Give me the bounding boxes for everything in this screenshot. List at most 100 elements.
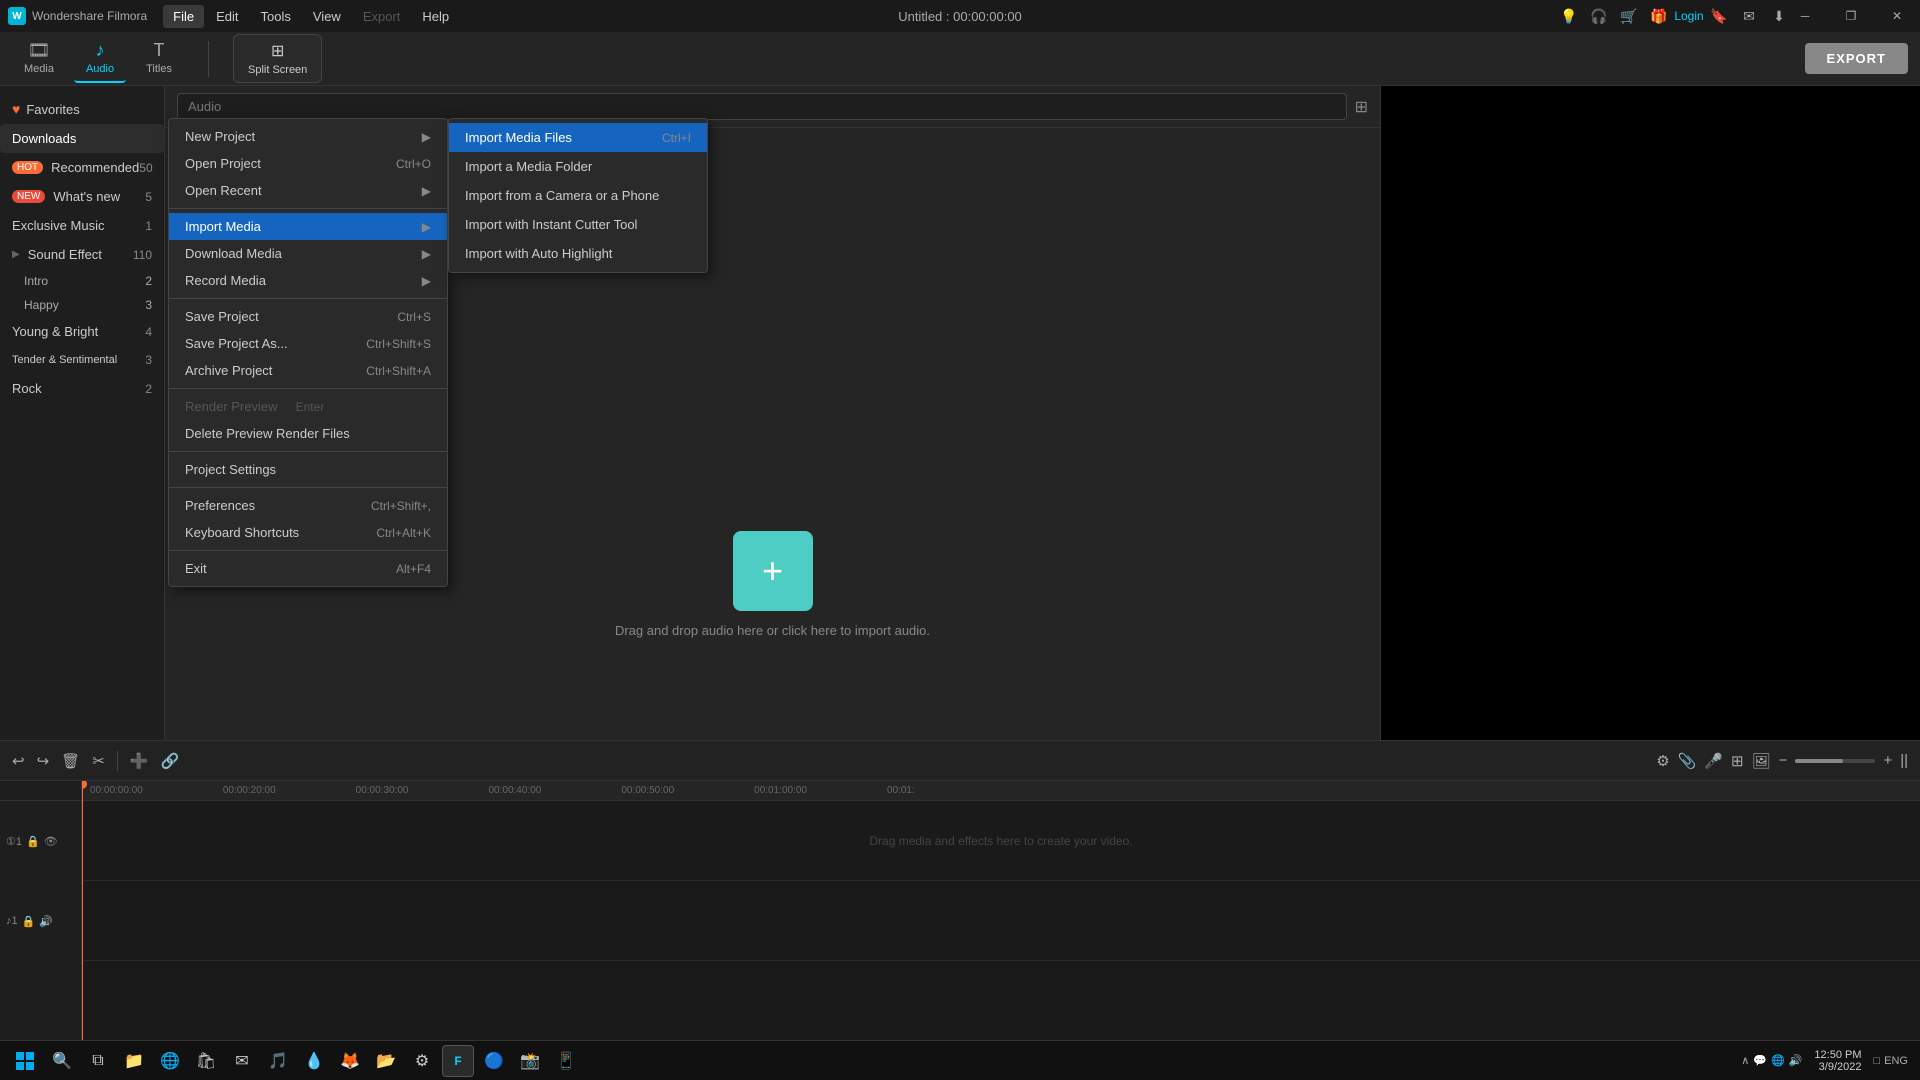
menu-record-media[interactable]: Record Media ▶ (169, 267, 447, 294)
effect-icon[interactable]: 🖼 (1752, 752, 1771, 770)
minimize-button[interactable]: ─ (1782, 0, 1828, 32)
zoom-settings-icon[interactable]: ⚙ (1656, 752, 1669, 770)
sidebar-item-tender-sentimental[interactable]: Tender & Sentimental 3 (0, 346, 164, 374)
taskview-icon[interactable]: ⧉ (82, 1045, 114, 1077)
menu-view[interactable]: View (303, 5, 351, 28)
bookmark-icon[interactable]: 🔖 (1708, 5, 1730, 27)
chrome-icon[interactable]: 🔵 (478, 1045, 510, 1077)
split-screen-button[interactable]: ⊞ Split Screen (233, 34, 322, 83)
menu-save-project-as[interactable]: Save Project As... Ctrl+Shift+S (169, 330, 447, 357)
menu-keyboard-shortcuts[interactable]: Keyboard Shortcuts Ctrl+Alt+K (169, 519, 447, 546)
redo-button[interactable]: ↪ (37, 752, 50, 770)
gift-icon[interactable]: 🎁 (1648, 5, 1670, 27)
grid-view-icon[interactable]: ⊞ (1355, 97, 1368, 117)
menu-preferences[interactable]: Preferences Ctrl+Shift+, (169, 492, 447, 519)
submenu-import-folder[interactable]: Import a Media Folder (449, 152, 707, 181)
login-btn[interactable]: Login (1678, 5, 1700, 27)
files-icon[interactable]: 📂 (370, 1045, 402, 1077)
menu-tools[interactable]: Tools (251, 5, 301, 28)
transition-icon[interactable]: ⊞ (1731, 752, 1744, 770)
undo-button[interactable]: ↩ (12, 752, 25, 770)
mail-icon[interactable]: ✉ (1738, 5, 1760, 27)
cart-icon[interactable]: 🛒 (1618, 5, 1640, 27)
delete-button[interactable]: 🗑 (61, 752, 80, 770)
video-track-content[interactable]: Drag media and effects here to create yo… (82, 801, 1920, 881)
sidebar-favorites[interactable]: ♥ Favorites (0, 94, 164, 124)
speaker-icon[interactable]: 🔊 (39, 915, 53, 928)
menu-new-project[interactable]: New Project ▶ (169, 123, 447, 150)
store-icon[interactable]: 🛍 (190, 1045, 222, 1077)
menu-edit[interactable]: Edit (206, 5, 248, 28)
menu-delete-preview[interactable]: Delete Preview Render Files (169, 420, 447, 447)
submenu-import-highlight[interactable]: Import with Auto Highlight (449, 239, 707, 268)
edge-icon[interactable]: 🌐 (154, 1045, 186, 1077)
sidebar-item-intro[interactable]: Intro 2 (0, 269, 164, 293)
clip-icon[interactable]: 📎 (1678, 752, 1697, 770)
firefox-icon[interactable]: 🦊 (334, 1045, 366, 1077)
ruler-mark-4: 00:00:50:00 (621, 785, 674, 796)
menu-project-settings[interactable]: Project Settings (169, 456, 447, 483)
menu-open-project[interactable]: Open Project Ctrl+O (169, 150, 447, 177)
menu-import-media[interactable]: Import Media ▶ (169, 213, 447, 240)
audio-track-content[interactable] (82, 881, 1920, 961)
sidebar-item-sound-effect[interactable]: ▶ Sound Effect 110 (0, 240, 164, 269)
filmora-taskbar-icon[interactable]: F (442, 1045, 474, 1077)
start-button[interactable] (8, 1044, 42, 1078)
sidebar-item-whats-new[interactable]: NEW What's new 5 (0, 182, 164, 211)
export-button[interactable]: EXPORT (1805, 43, 1908, 74)
sidebar-item-exclusive-music[interactable]: Exclusive Music 1 (0, 211, 164, 240)
maximize-button[interactable]: ❐ (1828, 0, 1874, 32)
sidebar-item-rock[interactable]: Rock 2 (0, 374, 164, 403)
menu-open-recent[interactable]: Open Recent ▶ (169, 177, 447, 204)
collapse-icon[interactable]: || (1900, 752, 1908, 769)
system-clock[interactable]: 12:50 PM 3/9/2022 (1806, 1049, 1869, 1073)
tray-network-icon[interactable]: 🌐 (1771, 1054, 1785, 1067)
menu-help[interactable]: Help (412, 5, 459, 28)
menu-exit[interactable]: Exit Alt+F4 (169, 555, 447, 582)
search-taskbar-icon[interactable]: 🔍 (46, 1045, 78, 1077)
menu-download-media[interactable]: Download Media ▶ (169, 240, 447, 267)
tab-media[interactable]: 🎞 Media (12, 34, 66, 83)
delete-preview-label: Delete Preview Render Files (185, 426, 350, 441)
sidebar-item-recommended[interactable]: HOT Recommended 50 (0, 153, 164, 182)
link-button[interactable]: 🔗 (160, 752, 179, 770)
import-large-button[interactable]: + (733, 531, 813, 611)
sidebar-item-young-bright[interactable]: Young & Bright 4 (0, 317, 164, 346)
zoom-slider[interactable] (1795, 759, 1875, 763)
mail-taskbar-icon[interactable]: ✉ (226, 1045, 258, 1077)
menu-save-project[interactable]: Save Project Ctrl+S (169, 303, 447, 330)
explorer-icon[interactable]: 📁 (118, 1045, 150, 1077)
dropbox-icon[interactable]: 💧 (298, 1045, 330, 1077)
submenu-import-instant[interactable]: Import with Instant Cutter Tool (449, 210, 707, 239)
cut-button[interactable]: ✂ (92, 752, 105, 770)
search-input[interactable] (177, 93, 1347, 120)
add-track-button[interactable]: ➕ (130, 752, 149, 770)
notification-icon[interactable]: □ (1874, 1055, 1881, 1067)
submenu-import-camera[interactable]: Import from a Camera or a Phone (449, 181, 707, 210)
audio-lock-icon[interactable]: 🔒 (22, 915, 36, 928)
camera-icon[interactable]: 📸 (514, 1045, 546, 1077)
submenu-import-files[interactable]: Import Media Files Ctrl+I (449, 123, 707, 152)
headphone-icon[interactable]: 🎧 (1588, 5, 1610, 27)
zoom-out-icon[interactable]: − (1779, 752, 1788, 769)
menu-export[interactable]: Export (353, 5, 411, 28)
mic-icon[interactable]: 🎤 (1704, 752, 1723, 770)
phone-icon[interactable]: 📱 (550, 1045, 582, 1077)
tray-chat-icon[interactable]: 💬 (1753, 1054, 1767, 1067)
lock-icon[interactable]: 🔒 (26, 835, 40, 848)
close-button[interactable]: ✕ (1874, 0, 1920, 32)
sidebar-item-downloads[interactable]: Downloads (0, 124, 164, 153)
sidebar-item-happy[interactable]: Happy 3 (0, 293, 164, 317)
music-icon[interactable]: 🎵 (262, 1045, 294, 1077)
eye-icon[interactable]: 👁 (44, 835, 58, 848)
settings-taskbar-icon[interactable]: ⚙ (406, 1045, 438, 1077)
menu-file[interactable]: File (163, 5, 204, 28)
zoom-in-icon[interactable]: + (1883, 752, 1892, 769)
light-bulb-icon[interactable]: 💡 (1558, 5, 1580, 27)
tray-volume-icon[interactable]: 🔊 (1789, 1054, 1803, 1067)
tray-up-arrow[interactable]: ∧ (1741, 1054, 1749, 1067)
rock-count: 2 (145, 382, 152, 396)
tab-titles[interactable]: T Titles (134, 34, 184, 83)
tab-audio[interactable]: ♪ Audio (74, 34, 126, 83)
menu-archive-project[interactable]: Archive Project Ctrl+Shift+A (169, 357, 447, 384)
